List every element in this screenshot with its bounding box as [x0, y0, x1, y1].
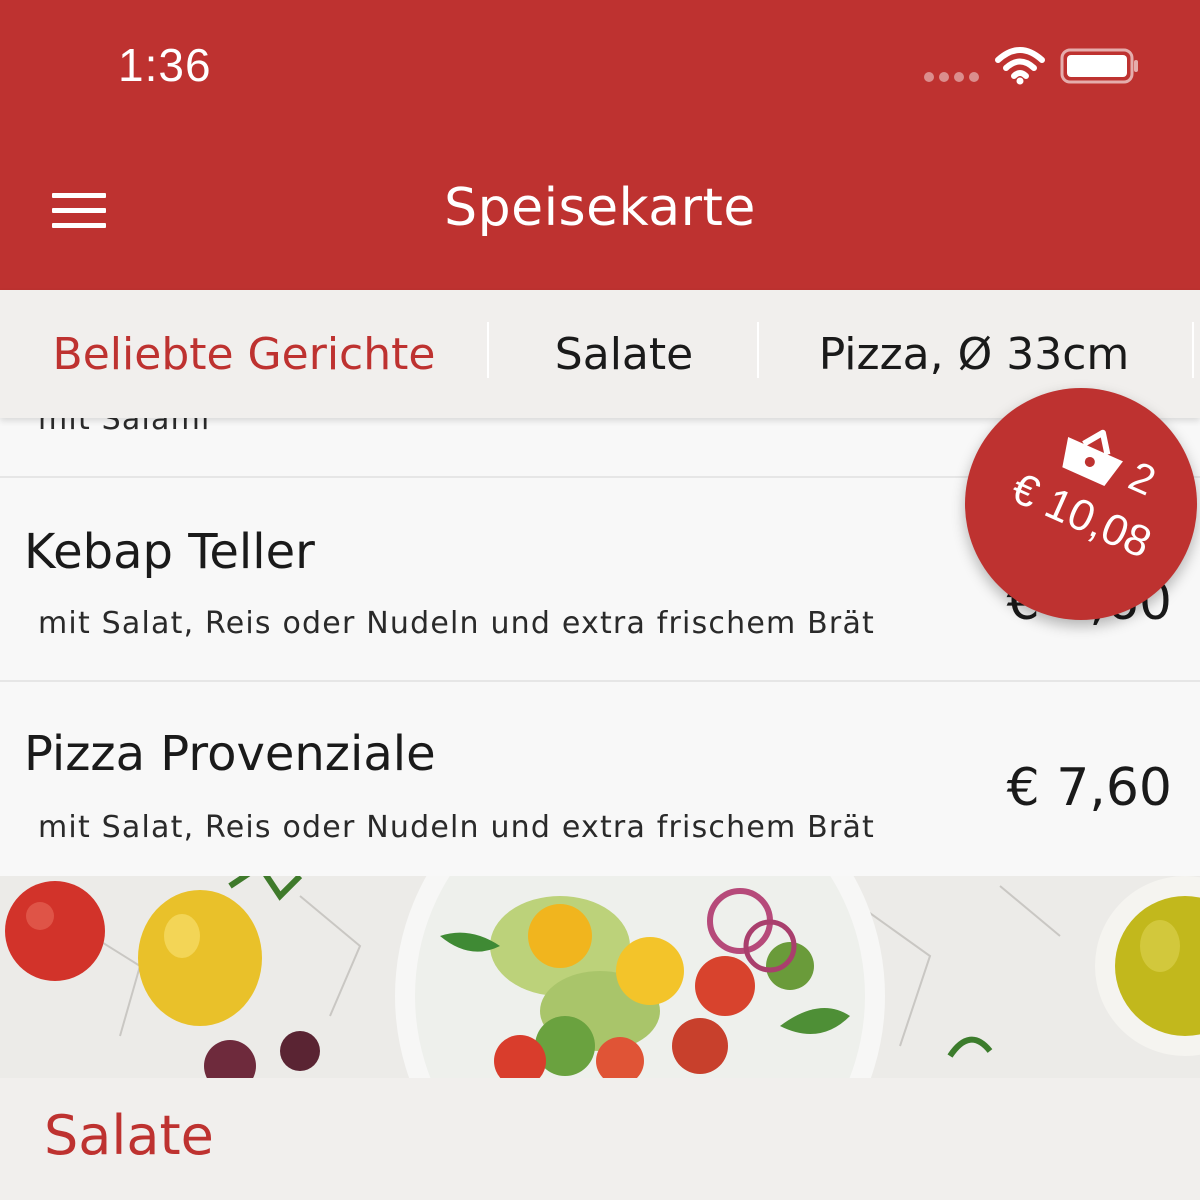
battery-icon — [1060, 48, 1138, 84]
app-header: 1:36 Speisekarte — [0, 0, 1200, 290]
cart-button[interactable]: 2 € 10,08 — [965, 388, 1197, 620]
section-title: Salate — [44, 1104, 214, 1167]
tab-salate[interactable]: Salate — [489, 290, 759, 418]
page-title: Speisekarte — [444, 178, 756, 238]
item-description: mit Salat, Reis oder Nudeln und extra fr… — [38, 810, 876, 845]
item-title: Kebap Teller — [24, 524, 315, 580]
item-title: Pizza Provenziale — [24, 726, 436, 782]
salad-banner-image — [0, 876, 1200, 1078]
cellular-signal-icon — [924, 72, 980, 82]
menu-item[interactable]: Pizza Provenziale mit Salat, Reis oder N… — [0, 682, 1200, 876]
wifi-icon — [995, 47, 1045, 85]
status-time: 1:36 — [118, 39, 212, 91]
tab-divider — [1192, 322, 1194, 378]
tab-beliebte-gerichte[interactable]: Beliebte Gerichte — [0, 290, 488, 418]
cart-count: 2 — [1122, 452, 1163, 505]
item-description: mit Salami — [38, 418, 211, 437]
item-description: mit Salat, Reis oder Nudeln und extra fr… — [38, 606, 876, 641]
item-price: € 7,60 — [1006, 758, 1172, 818]
